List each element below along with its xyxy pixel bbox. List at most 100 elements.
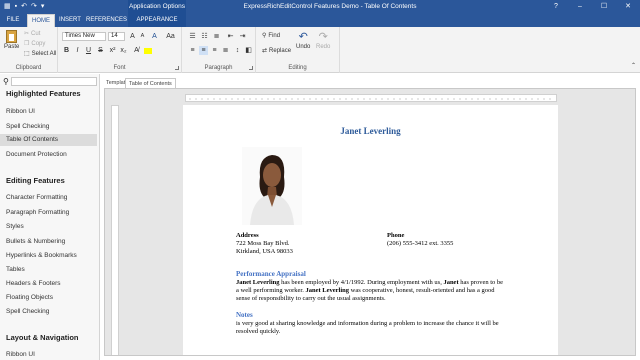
redo-arrow-icon: ↷ xyxy=(318,31,328,43)
ribbon-tabs: FILE HOME INSERT REFERENCES APPEARANCE xyxy=(0,14,640,27)
replace-icon: ⇄ xyxy=(262,48,268,54)
nav-search: ⚲ xyxy=(3,77,97,86)
nav-item-tables[interactable]: Tables xyxy=(0,264,97,276)
select-all-button[interactable]: ⬚ Select All xyxy=(24,50,56,58)
cut-button[interactable]: ✂ Cut xyxy=(24,30,40,38)
subscript-icon[interactable]: x₂ xyxy=(119,46,128,55)
nav-item-styles[interactable]: Styles xyxy=(0,221,97,233)
save-icon[interactable]: ▪ xyxy=(15,2,17,12)
font-dialog-launcher[interactable] xyxy=(175,66,179,70)
italic-icon[interactable]: I xyxy=(73,46,82,55)
doc-tab-toc[interactable]: Table of Contents xyxy=(125,78,176,88)
bullets-icon[interactable]: ☰ xyxy=(188,32,197,41)
nav-item-bullets-numbering[interactable]: Bullets & Numbering xyxy=(0,236,97,248)
paragraph-group: ☰ ☷ ≣ ⇤ ⇥ ≡ ≡ ≡ ≣ ↕ ◧ Paragraph xyxy=(182,27,256,73)
rich-edit-area[interactable]: Janet Leverling Address 722 Moss Bay Blv… xyxy=(104,88,636,356)
strikethrough-icon[interactable]: S xyxy=(96,46,105,55)
notes-line-1: is very good at sharing knowledge and in… xyxy=(236,320,499,327)
phone-value: (206) 555-3412 ext. 3355 xyxy=(387,240,454,247)
nav-search-input[interactable] xyxy=(10,77,97,86)
nav-item-spell-checking[interactable]: Spell Checking xyxy=(0,121,97,133)
justify-icon[interactable]: ≣ xyxy=(221,46,230,55)
quick-access-toolbar: ▦ ▪ ↶ ↷ ▾ xyxy=(4,2,44,12)
nav-item-paragraph-formatting[interactable]: Paragraph Formatting xyxy=(0,207,97,219)
help-icon[interactable]: ? xyxy=(544,0,568,14)
horizontal-ruler[interactable] xyxy=(185,94,557,102)
shrink-font-icon[interactable]: A xyxy=(138,32,147,41)
paste-icon xyxy=(6,30,18,43)
nav-item-ribbon-ui-2[interactable]: Ribbon UI xyxy=(0,349,97,360)
perf-line-1: Janet Leverling has been employed by 4/1… xyxy=(236,279,504,286)
employee-name-heading: Janet Leverling xyxy=(340,126,401,136)
align-left-icon[interactable]: ≡ xyxy=(188,46,197,55)
shading-icon[interactable]: ◧ xyxy=(244,46,253,55)
window-title: ExpressRichEditControl Features Demo - T… xyxy=(243,3,417,10)
undo-icon[interactable]: ↶ xyxy=(21,2,27,12)
ribbon: Paste ✂ Cut ❐ Copy ⬚ Select All Clipboard T… xyxy=(0,27,640,73)
copy-button[interactable]: ❐ Copy xyxy=(24,40,45,48)
perf-line-3: sense of responsibility to carry out the… xyxy=(236,295,386,302)
employee-photo xyxy=(242,147,302,225)
minimize-button[interactable]: – xyxy=(568,0,592,14)
increase-indent-icon[interactable]: ⇥ xyxy=(238,32,247,41)
nav-item-floating-objects[interactable]: Floating Objects xyxy=(0,292,97,304)
redo-button[interactable]: ↷ Redo xyxy=(316,30,330,50)
search-icon: ⚲ xyxy=(3,77,9,86)
notes-line-2: resolved quickly. xyxy=(236,328,281,335)
vertical-ruler[interactable] xyxy=(111,105,119,355)
nav-item-headers-footers[interactable]: Headers & Footers xyxy=(0,278,97,290)
clear-format-icon[interactable]: A̸ xyxy=(132,46,141,55)
document-tabs: Template Table of Contents xyxy=(100,76,640,88)
align-right-icon[interactable]: ≡ xyxy=(210,46,219,55)
redo-icon[interactable]: ↷ xyxy=(31,2,37,12)
bold-icon[interactable]: B xyxy=(62,46,71,55)
decrease-indent-icon[interactable]: ⇤ xyxy=(226,32,235,41)
undo-arrow-icon: ↶ xyxy=(298,31,308,43)
tab-home[interactable]: HOME xyxy=(27,14,55,27)
tab-file[interactable]: FILE xyxy=(0,14,26,27)
notes-heading: Notes xyxy=(236,311,253,319)
section-title-highlighted: Highlighted Features xyxy=(6,89,81,98)
select-all-icon: ⬚ xyxy=(24,51,30,57)
font-size-combo[interactable]: 14 xyxy=(108,32,125,41)
align-center-icon[interactable]: ≡ xyxy=(199,46,208,55)
font-family-combo[interactable]: Times New xyxy=(62,32,106,41)
nav-item-table-of-contents[interactable]: Table Of Contents xyxy=(0,134,97,146)
change-case-icon[interactable]: Aa xyxy=(166,32,175,41)
tab-references[interactable]: REFERENCES xyxy=(86,14,127,27)
multilevel-list-icon[interactable]: ≣ xyxy=(212,32,221,41)
nav-item-ribbon-ui[interactable]: Ribbon UI xyxy=(0,106,97,118)
perf-line-2: a well performing worker. Janet Leverlin… xyxy=(236,287,495,294)
customize-qat-icon[interactable]: ▾ xyxy=(41,2,45,12)
nav-item-hyperlinks-bookmarks[interactable]: Hyperlinks & Bookmarks xyxy=(0,250,97,262)
paste-button[interactable]: Paste xyxy=(4,30,19,50)
close-button[interactable]: ✕ xyxy=(616,0,640,14)
font-group: Times New 14 A A A Aa B I U S x² x₂ A̸ F… xyxy=(58,27,182,73)
nav-item-spell-checking-2[interactable]: Spell Checking xyxy=(0,306,97,318)
numbering-icon[interactable]: ☷ xyxy=(200,32,209,41)
paragraph-dialog-launcher[interactable] xyxy=(249,66,253,70)
maximize-button[interactable]: ☐ xyxy=(592,0,616,14)
nav-item-character-formatting[interactable]: Character Formatting xyxy=(0,192,97,204)
underline-icon[interactable]: U xyxy=(84,46,93,55)
undo-button[interactable]: ↶ Undo xyxy=(296,30,310,50)
highlight-icon[interactable] xyxy=(144,48,152,54)
title-bar: ▦ ▪ ↶ ↷ ▾ Application Options ExpressRic… xyxy=(0,0,640,14)
tab-insert[interactable]: INSERT xyxy=(56,14,84,27)
clipboard-group: Paste ✂ Cut ❐ Copy ⬚ Select All Clipboard xyxy=(0,27,58,73)
replace-button[interactable]: ⇄ Replace xyxy=(262,47,291,55)
grow-font-icon[interactable]: A xyxy=(128,32,137,41)
app-icon: ▦ xyxy=(4,3,11,10)
find-button[interactable]: ⚲ Find xyxy=(262,32,280,40)
line-spacing-icon[interactable]: ↕ xyxy=(233,46,242,55)
section-title-layout: Layout & Navigation xyxy=(6,333,79,342)
tab-appearance[interactable]: APPEARANCE xyxy=(130,14,184,27)
phone-label: Phone xyxy=(387,232,405,239)
collapse-ribbon-icon[interactable]: ⌃ xyxy=(631,62,636,69)
superscript-icon[interactable]: x² xyxy=(108,46,117,55)
app-window: ▦ ▪ ↶ ↷ ▾ Application Options ExpressRic… xyxy=(0,0,640,360)
performance-heading: Performance Appraisal xyxy=(236,270,306,278)
font-color-icon[interactable]: A xyxy=(150,32,159,41)
document-page[interactable]: Janet Leverling Address 722 Moss Bay Blv… xyxy=(183,105,558,355)
nav-item-document-protection[interactable]: Document Protection xyxy=(0,149,97,161)
